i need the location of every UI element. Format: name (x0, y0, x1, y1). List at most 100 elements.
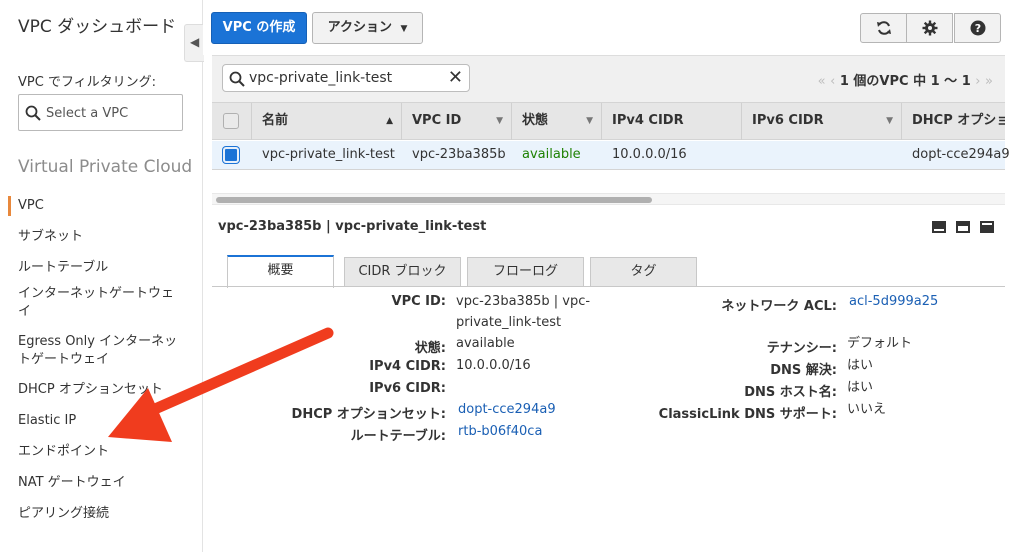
grid-header: 名前 ▲ VPC ID ▼ 状態 ▼ IPv4 CIDR IPv6 CIDR ▼… (212, 102, 1005, 140)
vpc-id-label: VPC ID: (391, 294, 446, 309)
tenancy-value: デフォルト (847, 336, 913, 351)
search-icon (229, 71, 245, 87)
settings-button[interactable] (906, 13, 953, 43)
cell-ipv4-cidr: 10.0.0.0/16 (612, 147, 687, 162)
column-label: DHCP オプショ (912, 113, 1005, 128)
state-label: 状態: (414, 341, 446, 356)
actions-button[interactable]: アクション ▼ (312, 12, 423, 44)
dns-resolution-value: はい (847, 358, 874, 373)
column-label: IPv4 CIDR (612, 113, 684, 128)
sidebar: VPC ダッシュボード VPC でフィルタリング: Select a VPC V… (0, 0, 204, 552)
column-header-dhcp[interactable]: DHCP オプショ (902, 103, 1005, 140)
sidebar-item-peering[interactable]: ピアリング接続 (0, 500, 109, 528)
vpc-id-value-line2: private_link-test (456, 315, 562, 330)
sidebar-item-endpoints[interactable]: エンドポイント (0, 438, 109, 466)
search-query: vpc-private_link-test (249, 70, 393, 86)
ipv4-label: IPv4 CIDR: (369, 359, 446, 374)
sidebar-item-internet-gateways[interactable]: インターネットゲートウェイ (0, 285, 175, 321)
svg-text:?: ? (974, 22, 980, 35)
cell-vpc-id: vpc-23ba385b (412, 147, 506, 162)
search-icon (25, 105, 41, 121)
detail-title: vpc-23ba385b | vpc-private_link-test (218, 219, 487, 234)
sidebar-item-vpc[interactable]: VPC (0, 192, 44, 220)
prev-page-icon[interactable]: ‹ (830, 74, 835, 89)
help-button[interactable]: ? (954, 13, 1001, 43)
sidebar-collapse-button[interactable]: ◀ (184, 24, 204, 62)
network-acl-link[interactable]: acl-5d999a25 (849, 291, 938, 312)
sort-icon: ▼ (496, 116, 503, 126)
sort-icon: ▼ (586, 116, 593, 126)
refresh-button[interactable] (860, 13, 907, 43)
column-header-vpc-id[interactable]: VPC ID ▼ (402, 103, 512, 140)
select-all-checkbox[interactable] (223, 113, 239, 129)
vpc-filter-select[interactable]: Select a VPC (18, 94, 183, 131)
sort-asc-icon: ▲ (386, 116, 393, 126)
chevron-left-icon: ◀ (190, 35, 200, 49)
dns-resolution-label: DNS 解決: (770, 363, 837, 378)
cell-name: vpc-private_link-test (262, 147, 395, 162)
actions-label: アクション (327, 20, 392, 35)
column-header-ipv6-cidr[interactable]: IPv6 CIDR ▼ (742, 103, 902, 140)
sidebar-item-nat-gateways[interactable]: NAT ゲートウェイ (0, 469, 126, 497)
select-all-cell (212, 103, 252, 140)
pagination: « ‹ 1 個のVPC 中 1 ～ 1 › » (818, 70, 993, 89)
row-checkbox[interactable] (223, 147, 239, 163)
ipv4-value: 10.0.0.0/16 (456, 358, 531, 373)
toolbar: VPC の作成 アクション ▼ ? (203, 0, 1017, 55)
sidebar-item-subnets[interactable]: サブネット (0, 223, 83, 251)
table-row[interactable]: vpc-private_link-test vpc-23ba385b avail… (212, 141, 1010, 170)
classiclink-dns-value: いいえ (847, 402, 887, 417)
sort-icon: ▼ (886, 116, 893, 126)
next-page-icon[interactable]: › (975, 74, 980, 89)
dhcp-label: DHCP オプションセット: (291, 407, 446, 422)
state-value: available (456, 336, 515, 351)
gear-icon (922, 20, 937, 36)
dns-hostnames-label: DNS ホスト名: (744, 385, 837, 400)
column-header-name[interactable]: 名前 ▲ (252, 103, 402, 140)
route-table-link[interactable]: rtb-b06f40ca (458, 421, 542, 442)
section-title: Virtual Private Cloud (18, 157, 193, 177)
tab-summary[interactable]: 概要 (227, 255, 334, 288)
layout-top-icon[interactable] (980, 221, 994, 233)
tab-divider (212, 286, 1005, 287)
column-header-state[interactable]: 状態 ▼ (512, 103, 602, 140)
column-header-ipv4-cidr[interactable]: IPv4 CIDR (602, 103, 742, 140)
last-page-icon[interactable]: » (985, 74, 993, 89)
cell-dhcp: dopt-cce294a9 (912, 147, 1010, 162)
grid-filter-bar: vpc-private_link-test ✕ « ‹ 1 個のVPC 中 1 … (212, 55, 1005, 102)
tenancy-label: テナンシー: (766, 341, 837, 356)
network-acl-label: ネットワーク ACL: (721, 299, 837, 314)
first-page-icon[interactable]: « (818, 74, 826, 89)
tab-cidr-blocks[interactable]: CIDR ブロック (344, 257, 461, 287)
sidebar-item-route-tables[interactable]: ルートテーブル (0, 254, 108, 282)
layout-bottom-icon[interactable] (932, 221, 946, 233)
tab-flow-logs[interactable]: フローログ (467, 257, 584, 287)
chevron-down-icon: ▼ (400, 24, 408, 34)
cell-ipv6-cidr (742, 141, 752, 169)
create-vpc-button[interactable]: VPC の作成 (211, 12, 307, 44)
scrollbar-thumb[interactable] (216, 197, 652, 203)
column-label: 状態 (522, 113, 549, 128)
dns-hostnames-value: はい (847, 380, 874, 395)
sidebar-item-egress-only-igw[interactable]: Egress Only インターネットゲートウェイ (0, 333, 180, 369)
vpc-filter-placeholder: Select a VPC (46, 106, 129, 121)
sidebar-item-elastic-ip[interactable]: Elastic IP (0, 407, 76, 435)
route-table-label: ルートテーブル: (350, 429, 446, 444)
tab-tags[interactable]: タグ (590, 257, 697, 287)
classiclink-dns-label: ClassicLink DNS サポート: (658, 407, 837, 422)
refresh-icon (876, 21, 891, 35)
search-input[interactable]: vpc-private_link-test ✕ (222, 64, 470, 92)
column-label: VPC ID (412, 113, 462, 128)
dhcp-link[interactable]: dopt-cce294a9 (458, 399, 556, 420)
column-label: IPv6 CIDR (752, 113, 824, 128)
column-label: 名前 (262, 113, 289, 128)
layout-split-icon[interactable] (956, 221, 970, 233)
sidebar-item-dhcp-options[interactable]: DHCP オプションセット (0, 376, 163, 404)
horizontal-scrollbar[interactable] (212, 193, 1005, 205)
ipv6-label: IPv6 CIDR: (369, 381, 446, 396)
vpc-filter-label: VPC でフィルタリング: (18, 75, 157, 90)
help-icon: ? (970, 20, 985, 36)
clear-search-icon[interactable]: ✕ (448, 67, 463, 88)
pager-text: 1 個のVPC 中 1 ～ 1 (839, 74, 971, 89)
dashboard-title[interactable]: VPC ダッシュボード (18, 16, 188, 38)
